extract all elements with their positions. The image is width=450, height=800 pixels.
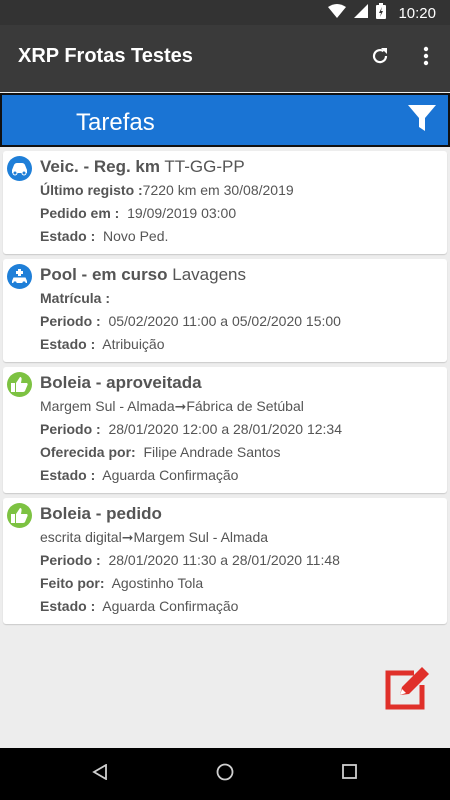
task-title: Boleia - pedido <box>40 504 162 523</box>
thumbs-up-icon <box>7 372 32 397</box>
tasks-header: Tarefas <box>0 93 450 147</box>
route-arrow-icon: ➞ <box>174 398 187 414</box>
app-title: XRP Frotas Testes <box>18 45 193 67</box>
task-list: Veic. - Reg. km TT-GG-PP Último registo … <box>3 151 447 629</box>
back-button[interactable] <box>88 762 112 786</box>
home-circle-icon <box>216 763 234 786</box>
filter-button[interactable] <box>404 102 440 138</box>
task-route: Margem Sul - Almada➞Fábrica de Setúbal <box>40 398 304 414</box>
task-line: Estado : Novo Ped. <box>40 228 169 244</box>
page-title: Tarefas <box>76 109 155 136</box>
recents-button[interactable] <box>337 762 361 786</box>
car-icon <box>7 156 32 181</box>
refresh-icon <box>370 46 390 71</box>
more-options-button[interactable] <box>414 44 438 72</box>
task-line: Último registo :7220 km em 30/08/2019 <box>40 182 294 198</box>
edit-icon <box>384 665 434 716</box>
task-card[interactable]: Pool - em curso Lavagens Matrícula : Per… <box>3 259 447 362</box>
back-triangle-icon <box>92 762 108 785</box>
task-title: Pool - em curso Lavagens <box>40 265 246 284</box>
car-plus-icon <box>7 264 32 289</box>
filter-icon <box>407 103 437 138</box>
home-button[interactable] <box>213 762 237 786</box>
task-title: Boleia - aproveitada <box>40 373 202 392</box>
task-line: Periodo : 28/01/2020 11:30 a 28/01/2020 … <box>40 552 340 568</box>
task-card[interactable]: Boleia - pedido escrita digital➞Margem S… <box>3 498 447 624</box>
task-card[interactable]: Boleia - aproveitada Margem Sul - Almada… <box>3 367 447 493</box>
wifi-icon <box>328 3 347 23</box>
signal-icon <box>354 3 369 23</box>
recents-square-icon <box>341 764 357 784</box>
task-line: Estado : Atribuição <box>40 336 165 352</box>
task-line: Feito por: Agostinho Tola <box>40 575 204 591</box>
task-line: Oferecida por: Filipe Andrade Santos <box>40 444 281 460</box>
nav-bar <box>0 748 450 800</box>
task-line: Pedido em : 19/09/2019 03:00 <box>40 205 237 221</box>
task-card[interactable]: Veic. - Reg. km TT-GG-PP Último registo … <box>3 151 447 254</box>
task-line: Periodo : 28/01/2020 12:00 a 28/01/2020 … <box>40 421 343 437</box>
battery-icon <box>376 2 387 24</box>
app-bar: XRP Frotas Testes <box>0 25 450 92</box>
more-vert-icon <box>423 46 429 71</box>
route-arrow-icon: ➞ <box>121 529 134 545</box>
new-task-button[interactable] <box>384 665 434 716</box>
task-line: Estado : Aguarda Confirmação <box>40 598 239 614</box>
status-icons: 10:20 <box>328 2 436 24</box>
task-line: Matrícula : <box>40 290 111 306</box>
task-route: escrita digital➞Margem Sul - Almada <box>40 529 269 545</box>
thumbs-up-icon <box>7 503 32 528</box>
status-bar: 10:20 <box>0 0 450 25</box>
refresh-button[interactable] <box>366 44 394 72</box>
status-time: 10:20 <box>398 4 436 22</box>
task-line: Periodo : 05/02/2020 11:00 a 05/02/2020 … <box>40 313 341 329</box>
task-title: Veic. - Reg. km TT-GG-PP <box>40 157 245 176</box>
task-line: Estado : Aguarda Confirmação <box>40 467 239 483</box>
